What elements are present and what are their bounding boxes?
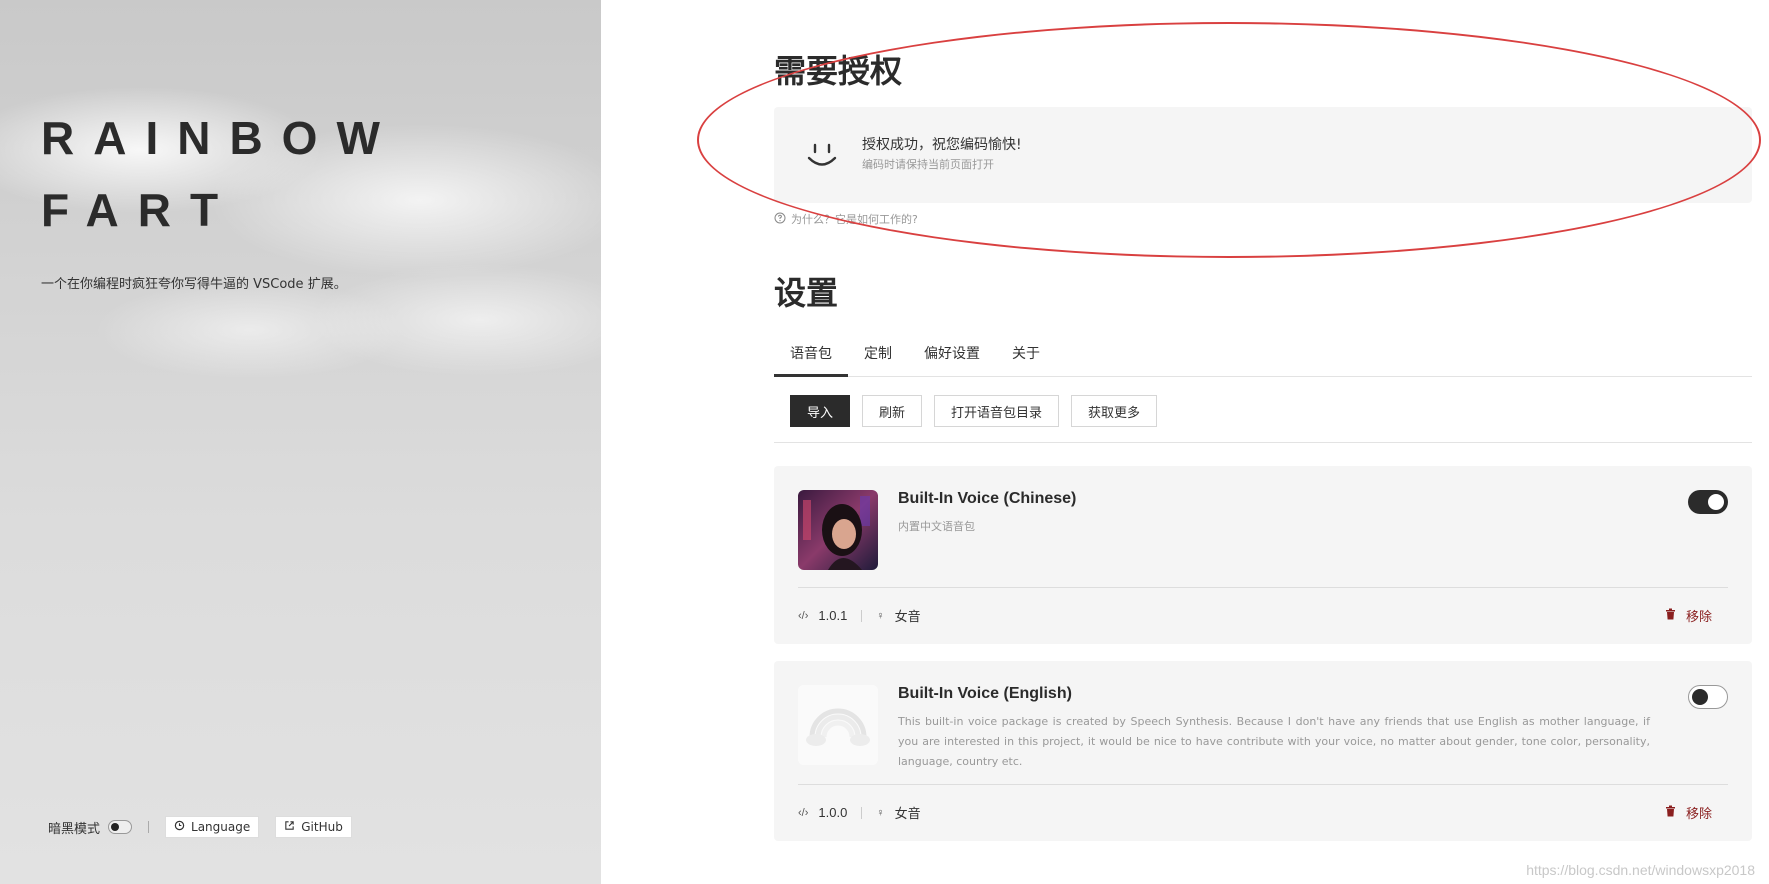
dark-mode-label: 暗黑模式 bbox=[48, 821, 101, 837]
auth-status-box: 授权成功，祝您编码愉快! 编码时请保持当前页面打开 bbox=[774, 107, 1752, 203]
voice-enable-toggle[interactable] bbox=[1688, 490, 1728, 514]
code-icon: ‹/› bbox=[798, 806, 809, 819]
tab-voice-packs[interactable]: 语音包 bbox=[774, 335, 848, 377]
import-button[interactable]: 导入 bbox=[790, 395, 851, 427]
github-label: GitHub bbox=[301, 820, 343, 834]
trash-icon bbox=[1665, 805, 1676, 821]
voice-version: 1.0.0 bbox=[818, 805, 848, 820]
voice-meta: ‹/› 1.0.1 ♀ 女音 bbox=[798, 606, 921, 625]
divider bbox=[148, 821, 150, 833]
brand-line-1: RAINBOW bbox=[41, 112, 399, 164]
voice-version: 1.0.1 bbox=[818, 608, 848, 623]
brand-line-2: FART bbox=[41, 184, 238, 236]
meta-separator bbox=[861, 609, 863, 622]
voice-description: This built-in voice package is created b… bbox=[898, 715, 1650, 768]
left-panel: RAINBOW FART 一个在你编程时疯狂夸你写得牛逼的 VSCode 扩展。… bbox=[0, 0, 601, 884]
voice-card: Built-In Voice (Chinese) 内置中文语音包 ‹/› 1.0… bbox=[774, 466, 1752, 644]
tab-about[interactable]: 关于 bbox=[996, 335, 1056, 377]
watermark: https://blog.csdn.net/windowsxp2018 bbox=[1526, 862, 1755, 878]
voice-enable-toggle[interactable] bbox=[1688, 685, 1728, 709]
language-button[interactable]: Language bbox=[165, 816, 260, 838]
toolbar-divider bbox=[774, 442, 1752, 443]
external-link-icon bbox=[284, 820, 295, 834]
github-button[interactable]: GitHub bbox=[275, 816, 352, 838]
get-more-button[interactable]: 获取更多 bbox=[1071, 395, 1158, 427]
toggle-knob bbox=[111, 823, 120, 831]
settings-title: 设置 bbox=[774, 274, 839, 312]
rainbow-icon bbox=[798, 685, 878, 765]
voice-name: Built-In Voice (Chinese) bbox=[898, 490, 1077, 507]
smile-icon bbox=[804, 137, 840, 173]
why-link[interactable]: 为什么？它是如何工作的? bbox=[774, 211, 918, 227]
trash-icon bbox=[1665, 608, 1676, 624]
meta-separator bbox=[861, 806, 863, 819]
voice-gender: 女音 bbox=[894, 806, 921, 821]
remove-label: 移除 bbox=[1685, 610, 1712, 625]
brand-logo: RAINBOW FART bbox=[41, 102, 399, 246]
help-icon bbox=[774, 212, 786, 227]
auth-subtext: 编码时请保持当前页面打开 bbox=[862, 158, 994, 171]
voice-toolbar: 导入 刷新 打开语音包目录 获取更多 bbox=[790, 395, 1158, 427]
voice-name: Built-In Voice (English) bbox=[898, 685, 1072, 702]
tab-customize[interactable]: 定制 bbox=[848, 335, 908, 377]
settings-tabs: 语音包 定制 偏好设置 关于 bbox=[774, 335, 1752, 377]
left-footer: 暗黑模式 Language GitHub bbox=[48, 816, 368, 838]
auth-message: 授权成功，祝您编码愉快! bbox=[862, 137, 1022, 153]
language-label: Language bbox=[191, 820, 251, 834]
voice-gender: 女音 bbox=[894, 609, 921, 624]
open-voice-dir-button[interactable]: 打开语音包目录 bbox=[934, 395, 1060, 427]
language-icon bbox=[174, 820, 185, 834]
voice-card: Built-In Voice (English) This built-in v… bbox=[774, 661, 1752, 841]
voice-meta: ‹/› 1.0.0 ♀ 女音 bbox=[798, 803, 921, 822]
main-content: 需要授权 授权成功，祝您编码愉快! 编码时请保持当前页面打开 为什么？它是如何工… bbox=[774, 0, 1752, 884]
card-divider bbox=[798, 587, 1728, 588]
voice-description: 内置中文语音包 bbox=[898, 520, 975, 533]
remove-voice-button[interactable]: 移除 bbox=[1665, 803, 1712, 822]
toggle-knob bbox=[1708, 494, 1724, 510]
female-icon: ♀ bbox=[876, 806, 885, 819]
dark-mode-toggle[interactable] bbox=[108, 820, 133, 834]
toggle-knob bbox=[1692, 689, 1708, 705]
female-icon: ♀ bbox=[876, 609, 885, 622]
tagline: 一个在你编程时疯狂夸你写得牛逼的 VSCode 扩展。 bbox=[41, 277, 347, 292]
code-icon: ‹/› bbox=[798, 609, 809, 622]
auth-title: 需要授权 bbox=[774, 52, 903, 90]
why-link-label: 为什么？它是如何工作的? bbox=[791, 213, 918, 226]
tab-preferences[interactable]: 偏好设置 bbox=[908, 335, 996, 377]
voice-avatar bbox=[798, 490, 878, 570]
remove-voice-button[interactable]: 移除 bbox=[1665, 606, 1712, 625]
remove-label: 移除 bbox=[1685, 807, 1712, 822]
refresh-button[interactable]: 刷新 bbox=[862, 395, 923, 427]
card-divider bbox=[798, 784, 1728, 785]
